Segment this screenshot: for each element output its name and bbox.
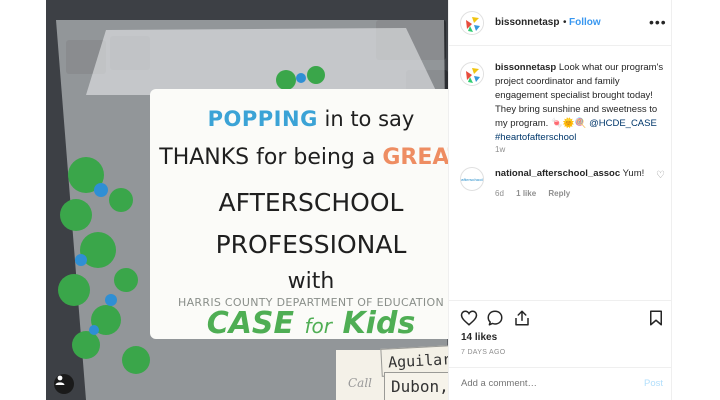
comment-username[interactable]: national_afterschool_assoc [495,168,620,179]
post-photo[interactable]: POPPING in to say THANKS for being a GRE… [46,0,448,400]
comment-input[interactable] [461,378,611,389]
heart-icon[interactable] [460,309,478,327]
caption-mention-link[interactable]: @HCDE_CASE [589,118,657,129]
caption-hashtag-link[interactable]: #heartofafterschool [495,132,576,143]
likes-count[interactable]: 14 likes [461,332,497,343]
logo-for-text: for [304,314,332,338]
card-popping-text: POPPING [207,107,318,131]
comment-reply-button[interactable]: Reply [548,189,570,198]
card-great-text: GREAT [382,145,448,170]
card-thanks-text: THANKS for being a [159,145,376,170]
bissonnet-logo-icon [461,12,483,34]
post-sidebar: bissonnetasp • Follow ••• bissonnetasp L… [448,0,672,400]
avatar[interactable] [460,11,484,35]
comment-heart-icon[interactable]: ♡ [656,170,665,181]
follow-button[interactable]: Follow [569,17,601,28]
header-separator: • [563,17,567,28]
user-tag-icon[interactable] [54,374,74,394]
instagram-post: POPPING in to say THANKS for being a GRE… [0,0,720,400]
avatar-text: afterschool [461,177,483,182]
logo-case-text: CASE [206,306,295,341]
bissonnet-logo-icon [461,63,483,85]
caption-username[interactable]: bissonnetasp [495,62,556,73]
card-line-popping: POPPING in to say [150,107,448,131]
card-line-professional: PROFESSIONAL [215,230,407,259]
case-for-kids-logo: CASE for Kids [150,306,448,341]
more-icon[interactable]: ••• [649,14,667,30]
bookmark-icon[interactable] [647,309,665,327]
comment-likes[interactable]: 1 like [516,189,536,198]
card-in-to-say-text: in to say [324,107,415,131]
comment-meta: 6d 1 like Reply [495,189,580,198]
caption-timestamp: 1w [495,145,506,154]
comment-icon[interactable] [486,309,504,327]
comment-time: 6d [495,189,504,198]
thank-you-card: POPPING in to say THANKS for being a GRE… [150,89,448,341]
post-header: bissonnetasp • Follow ••• [449,0,671,46]
card-line-thanks: THANKS for being a GREAT [150,145,448,170]
comment-box: Post [449,367,671,400]
avatar[interactable]: afterschool [460,167,484,191]
avatar[interactable] [460,62,484,86]
post-comment-button[interactable]: Post [644,378,663,389]
logo-kids-text: Kids [342,306,416,341]
post-caption: bissonnetasp Look what our program's pro… [495,61,665,145]
comment-text: Yum! [622,168,645,179]
name-tag-bottom: Dubon, [384,372,448,400]
comment: national_afterschool_assoc Yum! [495,168,655,179]
post-timestamp: 7 DAYS AGO [461,349,506,356]
handwritten-note: Call [348,376,373,390]
header-username[interactable]: bissonnetasp [495,17,559,28]
card-line-afterschool: AFTERSCHOOL [218,188,404,217]
card-line-with: with [287,269,335,294]
share-icon[interactable] [513,309,531,327]
